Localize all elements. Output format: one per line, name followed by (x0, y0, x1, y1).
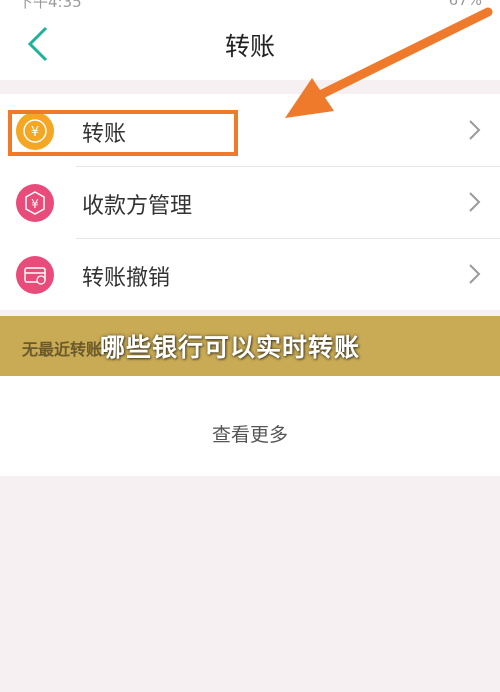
status-battery: 67% (448, 0, 482, 9)
overlay-banner-title: 哪些银行可以实时转账 (100, 333, 361, 362)
recent-transfers-label: 无最近转账 (22, 340, 103, 359)
menu-item-transfer-cancel[interactable]: 转账撤销 (0, 238, 500, 310)
svg-text:¥: ¥ (31, 197, 39, 211)
recent-transfers-bar: 无最近转账 哪些银行可以实时转账 (0, 316, 500, 376)
page-title: 转账 (224, 32, 275, 61)
menu-label-payee-management: 收款方管理 (82, 194, 193, 219)
chevron-right-icon (469, 192, 481, 212)
card-cancel-icon (16, 256, 54, 294)
menu-label-transfer: 转账 (82, 122, 127, 147)
more-section: 查看更多 (0, 376, 500, 476)
view-more-link[interactable]: 查看更多 (0, 420, 500, 447)
nav-bar: 转账 (0, 10, 500, 80)
menu-item-payee-management[interactable]: ¥ 收款方管理 (0, 166, 500, 238)
svg-text:¥: ¥ (31, 125, 39, 140)
status-bar: 下午4:35 67% (0, 0, 500, 10)
chevron-right-icon (469, 264, 481, 284)
menu-list: ¥ 转账 ¥ 收款方管理 转账撤销 (0, 94, 500, 310)
status-time: 下午4:35 (18, 0, 82, 10)
menu-item-transfer[interactable]: ¥ 转账 (0, 94, 500, 166)
yen-hexagon-icon: ¥ (16, 184, 54, 222)
yen-coin-icon: ¥ (16, 112, 54, 150)
chevron-right-icon (469, 120, 481, 140)
menu-label-transfer-cancel: 转账撤销 (82, 266, 171, 291)
